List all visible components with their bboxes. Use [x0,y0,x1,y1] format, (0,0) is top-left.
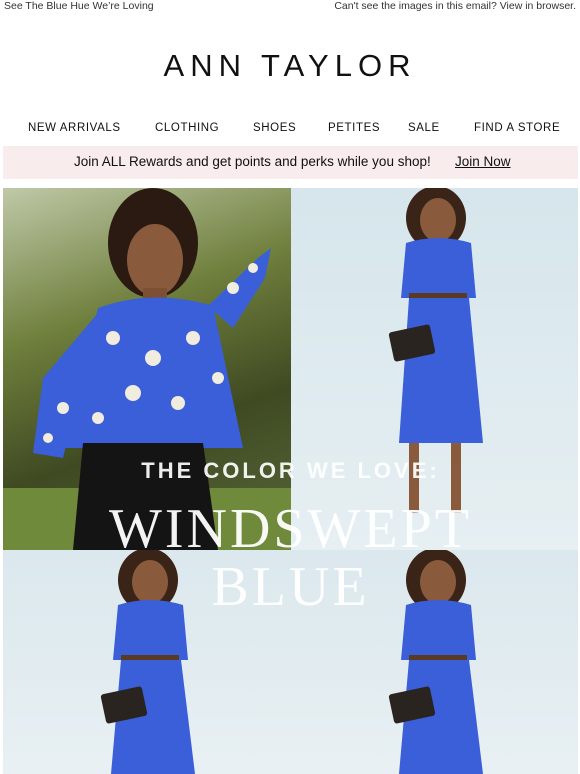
rewards-message: Join ALL Rewards and get points and perk… [74,154,431,169]
rewards-banner: Join ALL Rewards and get points and perk… [3,146,578,179]
hero-headline: THE COLOR WE LOVE: [141,458,440,483]
hero-title-line1: WINDSWEPT [109,498,472,560]
view-in-browser-link[interactable]: Can't see the images in this email? View… [334,0,576,12]
nav-petites[interactable]: PETITES [328,122,380,134]
nav-sale[interactable]: SALE [408,122,440,134]
floral-blouse-illustration [3,188,291,550]
hero-image[interactable]: THE COLOR WE LOVE: WINDSWEPT BLUE [3,188,578,774]
hero-title-line2: BLUE [211,556,370,618]
ann-taylor-logo[interactable]: ANN TAYLOR [0,48,580,84]
nav-new-arrivals[interactable]: NEW ARRIVALS [28,122,121,134]
preheader: See The Blue Hue We’re Loving Can't see … [0,0,580,14]
nav-clothing[interactable]: CLOTHING [155,122,219,134]
nav-shoes[interactable]: SHOES [253,122,296,134]
nav-find-a-store[interactable]: FIND A STORE [474,122,560,134]
main-nav: NEW ARRIVALS CLOTHING SHOES PETITES SALE… [0,122,580,138]
hero-title: WINDSWEPT BLUE [3,500,578,616]
join-now-link[interactable]: Join Now [455,154,511,169]
hero-photo-blue-dress-top [291,188,578,550]
hero-photo-floral-blouse [3,188,291,550]
blue-dress-illustration [388,188,483,513]
preheader-teaser: See The Blue Hue We’re Loving [4,0,154,12]
